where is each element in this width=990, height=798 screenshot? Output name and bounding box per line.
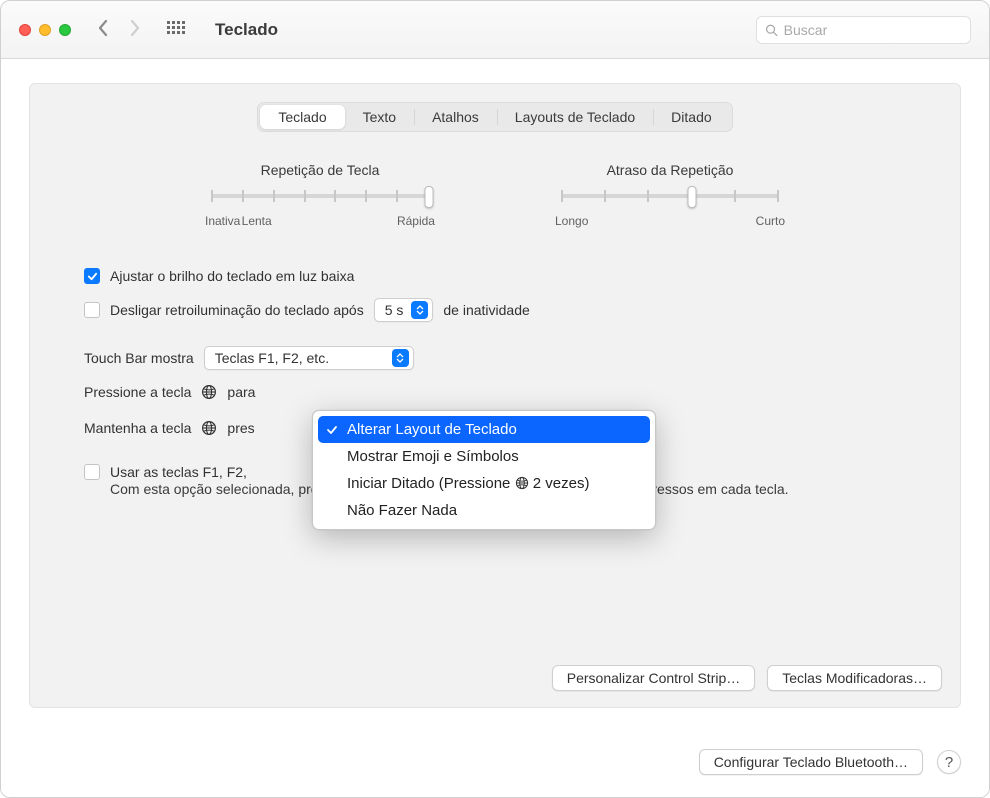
turn-off-backlight-checkbox[interactable] [84, 302, 100, 318]
fn-keys-checkbox[interactable] [84, 464, 100, 480]
menu-item-label: Mostrar Emoji e Símbolos [347, 448, 519, 465]
key-repeat-label-fast: Rápida [397, 214, 435, 228]
sliders-section: Repetição de Tecla Inativa Lenta Rápida [30, 162, 960, 228]
touchbar-popup[interactable]: Teclas F1, F2, etc. [204, 346, 414, 370]
globe-icon [201, 384, 217, 400]
menu-item-label: Não Fazer Nada [347, 502, 457, 519]
delay-title: Atraso da Repetição [555, 162, 785, 178]
nav-arrows [97, 19, 141, 41]
back-button[interactable] [97, 19, 109, 41]
tab-texto[interactable]: Texto [345, 105, 414, 129]
zoom-button[interactable] [59, 24, 71, 36]
forward-button[interactable] [129, 19, 141, 41]
key-repeat-slider-block: Repetição de Tecla Inativa Lenta Rápida [205, 162, 435, 228]
delay-label-short: Curto [756, 214, 785, 228]
search-input[interactable] [784, 22, 962, 38]
hold-globe-prefix: Mantenha a tecla [84, 420, 191, 436]
popup-arrows-icon [392, 349, 409, 367]
customize-control-strip-button[interactable]: Personalizar Control Strip… [552, 665, 756, 691]
minimize-button[interactable] [39, 24, 51, 36]
menu-item-label: Iniciar Ditado (Pressione 2 vezes) [347, 475, 589, 492]
delay-slider-block: Atraso da Repetição Longo Curto [555, 162, 785, 228]
popup-arrows-icon [411, 301, 428, 319]
touchbar-row: Touch Bar mostra Teclas F1, F2, etc. [84, 346, 906, 370]
tab-teclado[interactable]: Teclado [260, 105, 344, 129]
press-globe-row: Pressione a tecla para [84, 384, 906, 400]
help-button[interactable]: ? [937, 750, 961, 774]
panel-bottom-buttons: Personalizar Control Strip… Teclas Modif… [552, 665, 942, 691]
turn-off-backlight-value: 5 s [385, 302, 404, 318]
window-controls [19, 24, 71, 36]
delay-thumb[interactable] [687, 186, 696, 208]
adjust-backlight-checkbox[interactable] [84, 268, 100, 284]
menu-item-dictation[interactable]: Iniciar Ditado (Pressione 2 vezes) [313, 470, 655, 497]
turn-off-backlight-popup[interactable]: 5 s [374, 298, 434, 322]
key-repeat-slider[interactable] [211, 194, 429, 198]
globe-action-menu[interactable]: Alterar Layout de Teclado Mostrar Emoji … [312, 410, 656, 530]
menu-item-emoji[interactable]: Mostrar Emoji e Símbolos [313, 443, 655, 470]
bluetooth-keyboard-button[interactable]: Configurar Teclado Bluetooth… [699, 749, 923, 775]
key-repeat-title: Repetição de Tecla [205, 162, 435, 178]
tab-ditado[interactable]: Ditado [653, 105, 729, 129]
adjust-backlight-label: Ajustar o brilho do teclado em luz baixa [110, 268, 354, 284]
check-icon [325, 424, 339, 436]
turn-off-backlight-suffix: de inatividade [443, 302, 529, 318]
titlebar: Teclado [1, 1, 989, 59]
touchbar-label: Touch Bar mostra [84, 350, 194, 366]
modifier-keys-button[interactable]: Teclas Modificadoras… [767, 665, 942, 691]
content-area: Teclado Texto Atalhos Layouts de Teclado… [1, 59, 989, 797]
press-globe-prefix: Pressione a tecla [84, 384, 191, 400]
main-panel: Teclado Texto Atalhos Layouts de Teclado… [29, 83, 961, 708]
tab-atalhos[interactable]: Atalhos [414, 105, 497, 129]
adjust-backlight-row: Ajustar o brilho do teclado em luz baixa [84, 268, 906, 284]
menu-item-label: Alterar Layout de Teclado [347, 421, 517, 438]
hold-globe-suffix: pres [227, 420, 254, 436]
show-all-icon[interactable] [167, 21, 185, 39]
search-icon [765, 23, 778, 37]
tab-layouts[interactable]: Layouts de Teclado [497, 105, 653, 129]
window-title: Teclado [215, 20, 278, 40]
search-field[interactable] [756, 16, 971, 44]
key-repeat-label-slow: Lenta [242, 214, 272, 228]
turn-off-backlight-row: Desligar retroiluminação do teclado após… [84, 298, 906, 322]
turn-off-backlight-label: Desligar retroiluminação do teclado após [110, 302, 364, 318]
touchbar-value: Teclas F1, F2, etc. [215, 350, 329, 366]
close-button[interactable] [19, 24, 31, 36]
key-repeat-thumb[interactable] [425, 186, 434, 208]
tab-bar: Teclado Texto Atalhos Layouts de Teclado… [30, 102, 960, 132]
footer-row: Configurar Teclado Bluetooth… ? [699, 749, 961, 775]
menu-item-do-nothing[interactable]: Não Fazer Nada [313, 497, 655, 524]
globe-icon [201, 420, 217, 436]
menu-item-change-layout[interactable]: Alterar Layout de Teclado [318, 416, 650, 443]
press-globe-suffix: para [227, 384, 255, 400]
delay-slider[interactable] [561, 194, 779, 198]
preferences-window: Teclado Teclado Texto Atalhos Layouts de… [0, 0, 990, 798]
delay-label-long: Longo [555, 214, 588, 228]
key-repeat-label-off: Inativa [205, 214, 240, 228]
globe-icon [515, 476, 529, 490]
